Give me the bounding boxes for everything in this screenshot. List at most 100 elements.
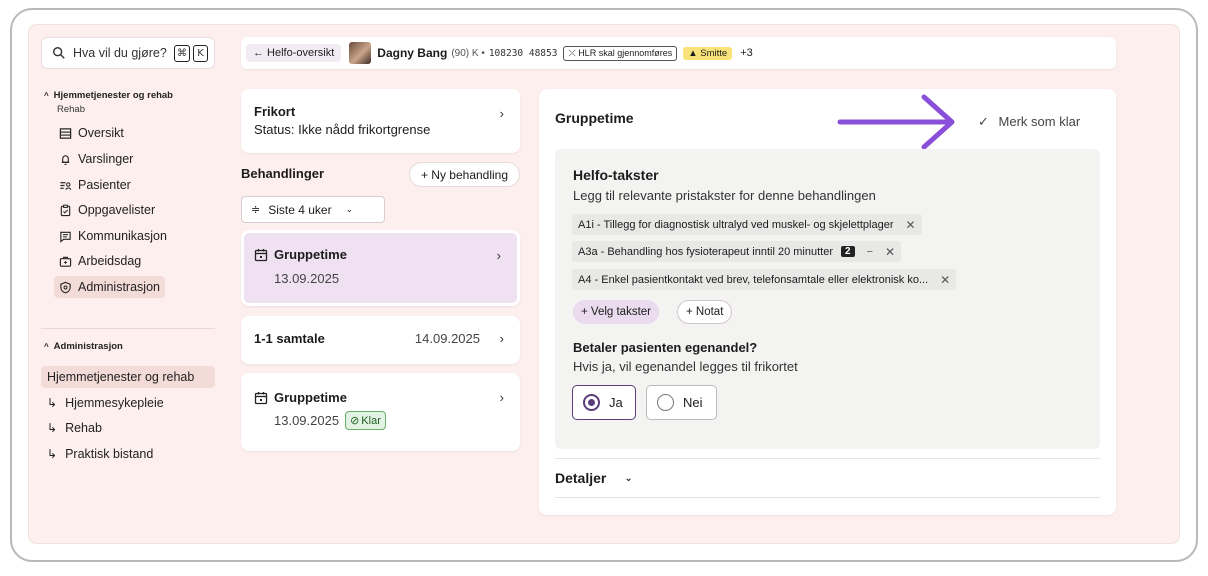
shield-icon bbox=[60, 281, 71, 293]
patient-bar: ← Helfo-oversikt Dagny Bang (90) K • 108… bbox=[241, 37, 1116, 69]
tariff-chip-label: A1i - Tillegg for diagnostisk ultralyd v… bbox=[578, 218, 894, 231]
treatment-card[interactable]: 1-1 samtale 14.09.2025 › bbox=[241, 316, 520, 364]
sub-arrow-icon: ↳ bbox=[47, 447, 58, 461]
treatment-card[interactable]: Gruppetime 13.09.2025 ⊘ Klar › bbox=[241, 373, 520, 451]
radio-unselected-icon bbox=[657, 394, 674, 411]
tree-item-label: Hjemmetjenester og rehab bbox=[47, 370, 195, 384]
chevron-down-icon: ⌄ bbox=[345, 204, 354, 214]
no-cpr-icon: ⤫ bbox=[568, 47, 576, 58]
sidebar-item-label: Administrasjon bbox=[78, 280, 160, 294]
behandlinger-title: Behandlinger bbox=[241, 166, 325, 181]
frikort-title: Frikort bbox=[254, 104, 296, 119]
shortcut-cmd-key: ⌘ bbox=[174, 44, 190, 62]
copayment-yes-radio[interactable]: Ja bbox=[572, 385, 636, 420]
back-to-helfo-button[interactable]: ← Helfo-oversikt bbox=[246, 44, 342, 62]
treatment-title: Gruppetime bbox=[274, 247, 347, 262]
remove-icon[interactable]: ✕ bbox=[940, 273, 950, 287]
more-badges-button[interactable]: +3 bbox=[740, 47, 753, 59]
frikort-status: Status: Ikke nådd frikortgrense bbox=[254, 122, 431, 137]
bell-icon bbox=[61, 154, 70, 165]
details-toggle[interactable]: Detaljer ⌄ bbox=[555, 470, 633, 486]
check-circle-icon: ⊘ bbox=[350, 415, 360, 427]
page-title: Gruppetime bbox=[555, 110, 634, 126]
tariff-chip-label: A3a - Behandling hos fysioterapeut innti… bbox=[578, 245, 833, 258]
sidebar-item-label: Kommunikasjon bbox=[78, 229, 167, 243]
divider bbox=[555, 458, 1100, 459]
treatment-title: Gruppetime bbox=[274, 390, 347, 405]
helfo-subtitle: Legg til relevante pristakster for denne… bbox=[573, 188, 876, 203]
hlr-badge[interactable]: ⤫ HLR skal gjennomføres bbox=[563, 45, 678, 61]
select-tariffs-button[interactable]: + Velg takster bbox=[573, 300, 659, 324]
copayment-no-radio[interactable]: Nei bbox=[646, 385, 717, 420]
remove-icon[interactable]: ✕ bbox=[905, 218, 915, 232]
sub-arrow-icon: ↳ bbox=[47, 396, 58, 410]
search-input[interactable]: Hva vil du gjøre? ⌘ K bbox=[41, 37, 215, 69]
shortcut-k-key: K bbox=[193, 44, 208, 62]
hlr-label: HLR skal gjennomføres bbox=[578, 47, 673, 58]
status-badge: ⊘ Klar bbox=[345, 411, 386, 430]
frikort-card[interactable]: Frikort Status: Ikke nådd frikortgrense … bbox=[241, 89, 520, 153]
tree-item-hjemmetjenester[interactable]: Hjemmetjenester og rehab bbox=[41, 366, 215, 388]
mark-done-button[interactable]: ✓ Merk som klar bbox=[978, 114, 1080, 130]
sidebar-section-toggle[interactable]: ^ Hjemmetjenester og rehab bbox=[44, 90, 173, 101]
treatment-date: 13.09.2025 bbox=[274, 271, 340, 286]
tariff-chip: A3a - Behandling hos fysioterapeut innti… bbox=[572, 241, 902, 262]
tree-item-rehab[interactable]: ↳ Rehab bbox=[41, 417, 215, 439]
tree-item-label: Rehab bbox=[65, 421, 102, 435]
details-label: Detaljer bbox=[555, 470, 607, 486]
sidebar-item-administrasjon[interactable]: Administrasjon bbox=[54, 276, 165, 298]
radio-selected-icon bbox=[583, 394, 600, 411]
decrease-quantity-icon[interactable]: − bbox=[867, 246, 873, 258]
sidebar-section2-toggle[interactable]: ^ Administrasjon bbox=[44, 341, 123, 352]
briefcase-icon bbox=[59, 256, 72, 267]
warning-icon: ▲ bbox=[688, 47, 698, 59]
tree-item-label: Praktisk bistand bbox=[65, 447, 154, 461]
tree-item-hjemmesykepleie[interactable]: ↳ Hjemmesykepleie bbox=[41, 392, 215, 414]
calendar-icon bbox=[254, 248, 268, 261]
helfo-title: Helfo-takster bbox=[573, 167, 659, 183]
chevron-right-icon: › bbox=[499, 331, 504, 346]
add-note-button[interactable]: + Notat bbox=[677, 300, 733, 324]
check-icon: ✓ bbox=[978, 114, 989, 129]
filter-icon: ≑ bbox=[251, 204, 261, 216]
new-treatment-button[interactable]: + Ny behandling bbox=[409, 162, 520, 187]
sidebar-section-subtitle: Rehab bbox=[57, 104, 85, 115]
tariff-chip: A1i - Tillegg for diagnostisk ultralyd v… bbox=[572, 214, 922, 235]
annotation-arrow-icon bbox=[837, 94, 955, 150]
sidebar-section-title: Hjemmetjenester og rehab bbox=[53, 90, 173, 101]
mark-done-label: Merk som klar bbox=[998, 114, 1081, 129]
smitte-label: Smitte bbox=[700, 47, 728, 59]
copayment-question: Betaler pasienten egenandel? bbox=[573, 340, 758, 355]
tariff-chip-label: A4 - Enkel pasientkontakt ved brev, tele… bbox=[578, 273, 929, 286]
divider bbox=[555, 497, 1100, 498]
search-placeholder: Hva vil du gjøre? bbox=[73, 46, 167, 60]
sidebar-item-oppgavelister[interactable]: Oppgavelister bbox=[54, 199, 160, 221]
tree-item-praktisk-bistand[interactable]: ↳ Praktisk bistand bbox=[41, 443, 215, 465]
chevron-right-icon: › bbox=[496, 248, 501, 263]
calendar-icon bbox=[254, 391, 268, 404]
tariff-chip: A4 - Enkel pasientkontakt ved brev, tele… bbox=[572, 269, 957, 290]
tree-item-label: Hjemmesykepleie bbox=[65, 396, 164, 410]
sidebar-item-label: Pasienter bbox=[78, 178, 131, 192]
sidebar-item-oversikt[interactable]: Oversikt bbox=[54, 122, 129, 144]
chevron-right-icon: › bbox=[499, 106, 504, 121]
sidebar-item-pasienter[interactable]: Pasienter bbox=[54, 174, 136, 196]
sidebar-item-varslinger[interactable]: Varslinger bbox=[54, 148, 138, 170]
chevron-down-icon: ⌄ bbox=[624, 472, 633, 484]
search-icon bbox=[53, 47, 65, 59]
period-filter-select[interactable]: ≑ Siste 4 uker ⌄ bbox=[241, 196, 385, 223]
smitte-badge[interactable]: ▲ Smitte bbox=[683, 46, 733, 60]
tariff-quantity: 2 bbox=[841, 246, 855, 257]
copayment-hint: Hvis ja, vil egenandel legges til frikor… bbox=[573, 359, 798, 374]
sidebar-item-label: Arbeidsdag bbox=[78, 254, 142, 268]
sidebar-item-arbeidsdag[interactable]: Arbeidsdag bbox=[54, 250, 146, 272]
sub-arrow-icon: ↳ bbox=[47, 421, 58, 435]
sidebar-item-kommunikasjon[interactable]: Kommunikasjon bbox=[54, 225, 172, 247]
chevron-up-icon: ^ bbox=[44, 342, 49, 351]
treatment-card-selected[interactable]: Gruppetime 13.09.2025 › bbox=[241, 230, 520, 306]
remove-icon[interactable]: ✕ bbox=[885, 245, 895, 259]
sidebar-item-label: Varslinger bbox=[78, 152, 134, 166]
status-badge-label: Klar bbox=[361, 414, 381, 427]
radio-label: Ja bbox=[609, 395, 623, 410]
patient-name[interactable]: Dagny Bang bbox=[377, 46, 447, 60]
